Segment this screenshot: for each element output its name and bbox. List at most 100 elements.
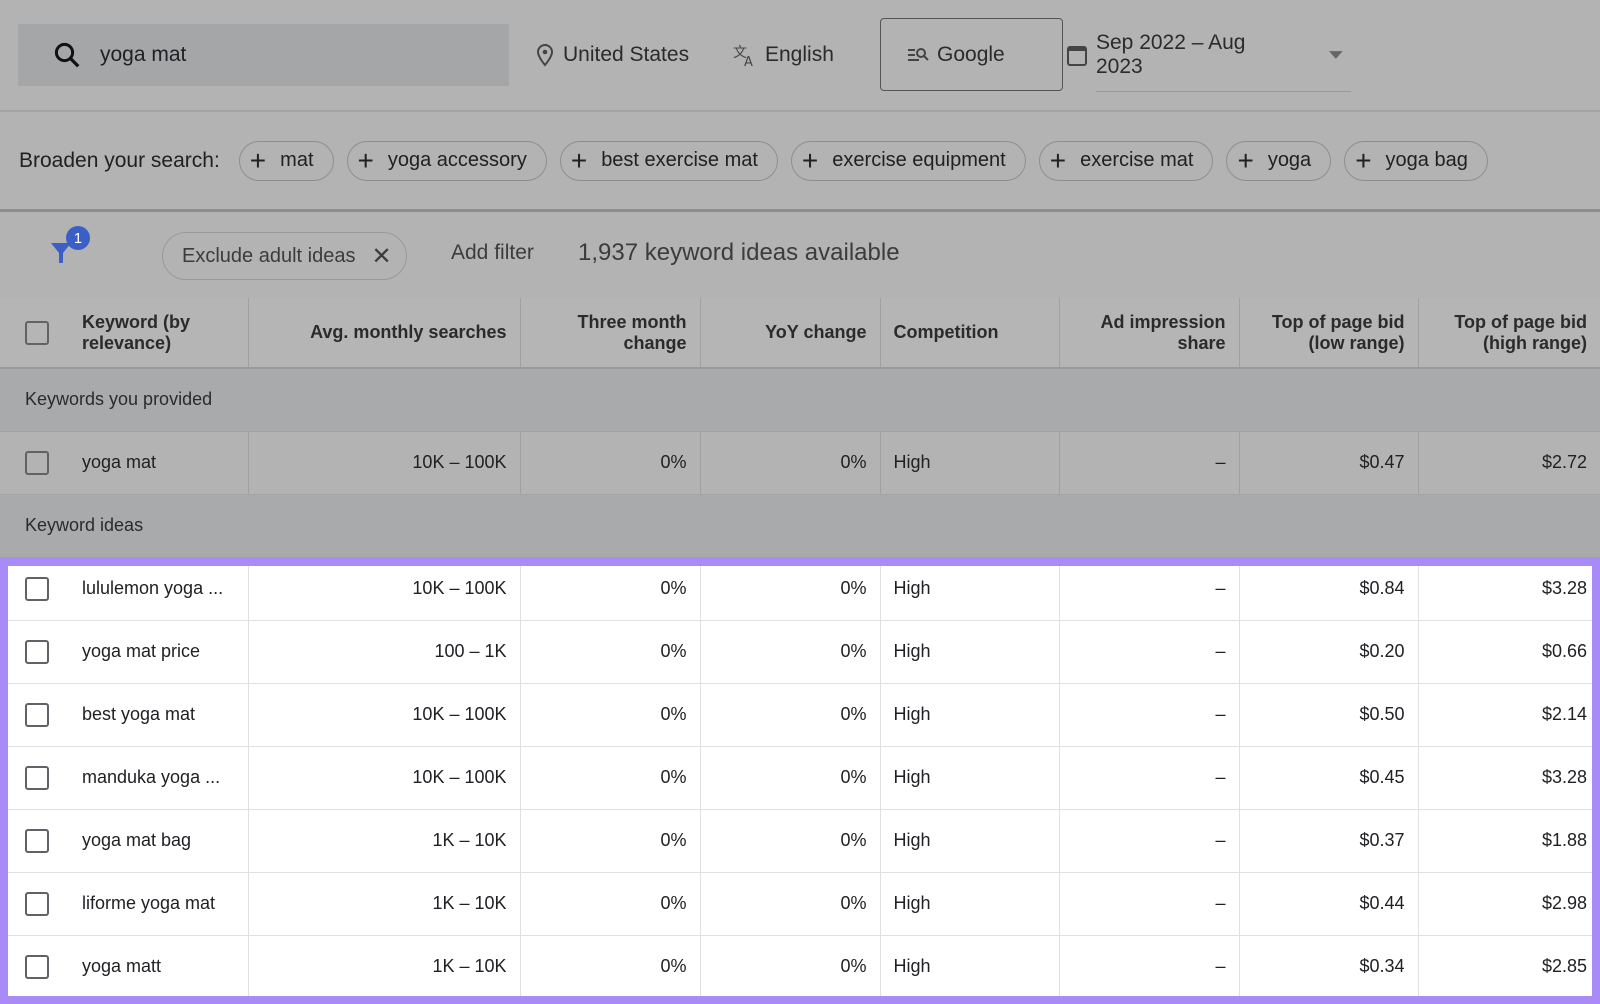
row-checkbox[interactable]	[25, 891, 49, 916]
row-checkbox[interactable]	[25, 828, 49, 853]
cell-three-month-change: 0%	[520, 872, 701, 936]
cell-avg-monthly-searches: 10K – 100K	[248, 557, 521, 621]
cell-avg-monthly-searches: 10K – 100K	[248, 683, 521, 747]
cell-three-month-change: 0%	[520, 935, 701, 999]
plus-icon: +	[1237, 144, 1254, 176]
exclude-adult-ideas-chip[interactable]: Exclude adult ideas ✕	[162, 232, 407, 280]
table-row[interactable]: lululemon yoga ... 10K – 100K 0% 0% High – $0.…	[0, 557, 1600, 621]
broaden-chip[interactable]: + best exercise mat	[559, 140, 778, 181]
table-header: Keyword (by relevance) Avg. monthly sear…	[0, 298, 1600, 369]
search-input[interactable]: yoga mat	[18, 24, 509, 86]
cell-bid-high: $2.98	[1418, 872, 1600, 936]
table-row[interactable]: yoga mat price 100 – 1K 0% 0% High – $0.20 $0.6…	[0, 620, 1600, 684]
cell-keyword: yoga matt	[0, 935, 249, 999]
svg-text:A: A	[744, 55, 753, 67]
close-icon[interactable]: ✕	[371, 242, 391, 271]
cell-competition: High	[880, 809, 1060, 873]
add-filter-button[interactable]: Add filter	[451, 241, 534, 265]
cell-keyword: yoga mat	[0, 431, 249, 495]
cell-bid-low: $0.37	[1239, 809, 1419, 873]
cell-competition: High	[880, 620, 1060, 684]
keyword-text: liforme yoga mat	[82, 893, 216, 913]
header-yoy[interactable]: YoY change	[700, 298, 881, 369]
date-range-selector[interactable]: Sep 2022 – Aug 2023	[1066, 24, 1351, 92]
row-checkbox[interactable]	[25, 576, 49, 601]
table-row[interactable]: yoga mat bag 1K – 10K 0% 0% High – $0.37 $1.88	[0, 809, 1600, 873]
row-checkbox[interactable]	[25, 765, 49, 790]
keyword-text: yoga mat price	[82, 641, 201, 661]
cell-three-month-change: 0%	[520, 809, 701, 873]
location-selector[interactable]: United States	[535, 24, 689, 86]
header-ad-impression[interactable]: Ad impression share	[1059, 298, 1240, 369]
cell-keyword: yoga mat price	[0, 620, 249, 684]
row-checkbox[interactable]	[25, 450, 49, 475]
search-query: yoga mat	[100, 43, 187, 66]
broaden-chip[interactable]: + yoga bag	[1344, 140, 1488, 181]
dropdown-arrow-icon	[1329, 50, 1343, 59]
group-keywords-provided: Keywords you provided	[0, 368, 1600, 432]
chip-label: mat	[280, 149, 314, 171]
cell-bid-high: $2.14	[1418, 683, 1600, 747]
engine-label: Google	[937, 42, 1005, 66]
cell-ad-impression-share: –	[1059, 683, 1240, 747]
cell-ad-impression-share: –	[1059, 431, 1240, 495]
search-list-icon	[908, 47, 929, 61]
chip-label: best exercise mat	[601, 149, 758, 171]
cell-competition: High	[880, 683, 1060, 747]
cell-competition: High	[880, 431, 1060, 495]
cell-competition: High	[880, 935, 1060, 999]
location-pin-icon	[536, 43, 554, 67]
broaden-chip[interactable]: + yoga accessory	[346, 140, 547, 181]
cell-three-month-change: 0%	[520, 746, 701, 810]
header-bid-low[interactable]: Top of page bid (low range)	[1239, 298, 1419, 369]
cell-ad-impression-share: –	[1059, 620, 1240, 684]
cell-bid-low: $0.44	[1239, 872, 1419, 936]
cell-ad-impression-share: –	[1059, 557, 1240, 621]
cell-bid-low: $0.50	[1239, 683, 1419, 747]
row-checkbox[interactable]	[25, 702, 49, 727]
header-competition[interactable]: Competition	[880, 298, 1060, 369]
table-row[interactable]: manduka yoga ... 10K – 100K 0% 0% High – $0.45…	[0, 746, 1600, 810]
table-row[interactable]: best yoga mat 10K – 100K 0% 0% High – $0.50 $2.…	[0, 683, 1600, 747]
header-avg-monthly[interactable]: Avg. monthly searches	[248, 298, 521, 369]
keyword-text: manduka yoga ...	[82, 767, 221, 787]
cell-yoy-change: 0%	[700, 809, 881, 873]
filter-count-badge: 1	[66, 226, 90, 250]
cell-bid-high: $3.28	[1418, 557, 1600, 621]
language-selector[interactable]: 文A English	[733, 24, 834, 86]
cell-avg-monthly-searches: 1K – 10K	[248, 872, 521, 936]
search-network-selector[interactable]: Google	[880, 18, 1063, 91]
table-row[interactable]: yoga matt 1K – 10K 0% 0% High – $0.34 $2.85	[0, 935, 1600, 999]
cell-three-month-change: 0%	[520, 683, 701, 747]
cell-ad-impression-share: –	[1059, 935, 1240, 999]
plus-icon: +	[1355, 144, 1372, 176]
chip-label: exercise equipment	[832, 149, 1006, 171]
header-bid-high[interactable]: Top of page bid (high range)	[1418, 298, 1600, 369]
cell-three-month-change: 0%	[520, 431, 701, 495]
header-keyword[interactable]: Keyword (by relevance)	[0, 298, 249, 369]
broaden-chip[interactable]: + exercise equipment	[790, 140, 1026, 181]
cell-bid-high: $1.88	[1418, 809, 1600, 873]
row-checkbox[interactable]	[25, 639, 49, 664]
group-keyword-ideas: Keyword ideas	[0, 494, 1600, 558]
broaden-chip[interactable]: + yoga	[1226, 140, 1332, 181]
table-row[interactable]: yoga mat 10K – 100K 0% 0% High – $0.47 $2.72	[0, 431, 1600, 495]
language-label: English	[765, 43, 834, 66]
translate-icon: 文A	[733, 45, 753, 67]
search-icon	[54, 42, 80, 68]
cell-avg-monthly-searches: 100 – 1K	[248, 620, 521, 684]
cell-keyword: liforme yoga mat	[0, 872, 249, 936]
cell-yoy-change: 0%	[700, 620, 881, 684]
header-three-month[interactable]: Three month change	[520, 298, 701, 369]
row-checkbox[interactable]	[25, 954, 49, 979]
cell-avg-monthly-searches: 10K – 100K	[248, 431, 521, 495]
cell-ad-impression-share: –	[1059, 809, 1240, 873]
keyword-text: yoga matt	[82, 956, 162, 976]
cell-ad-impression-share: –	[1059, 872, 1240, 936]
cell-bid-high: $0.66	[1418, 620, 1600, 684]
select-all-checkbox[interactable]	[25, 320, 49, 345]
table-row[interactable]: liforme yoga mat 1K – 10K 0% 0% High – $0.44 $2…	[0, 872, 1600, 936]
cell-bid-low: $0.20	[1239, 620, 1419, 684]
broaden-chip[interactable]: + mat	[238, 140, 334, 181]
broaden-chip[interactable]: + exercise mat	[1038, 140, 1214, 181]
